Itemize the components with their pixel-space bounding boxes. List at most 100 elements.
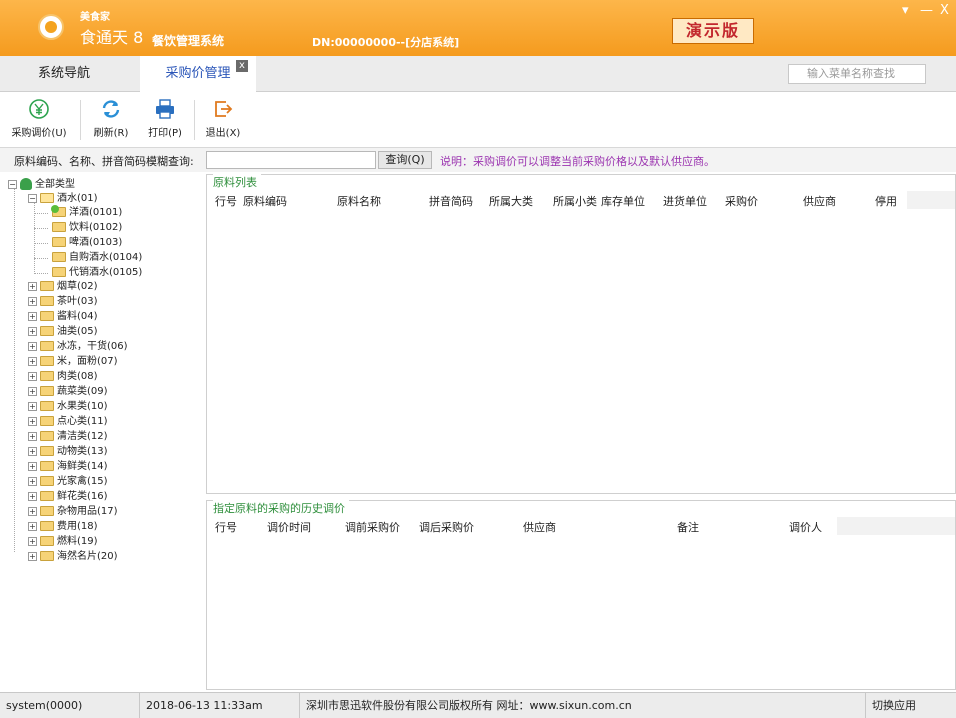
expand-icon[interactable]: +: [28, 296, 37, 306]
toolbar-separator: [194, 100, 195, 140]
expand-icon[interactable]: +: [28, 386, 37, 396]
folder-icon: [40, 311, 54, 321]
close-tab-icon[interactable]: x: [236, 60, 248, 72]
tree-item-category[interactable]: + 燃料(19): [28, 535, 98, 549]
expand-icon[interactable]: +: [28, 521, 37, 531]
folder-icon: [40, 356, 54, 366]
app-window: 美食家 食通天 8 餐饮管理系统 DN:00000000--[分店系统] 演示版…: [0, 0, 956, 718]
column-header[interactable]: 备注: [677, 519, 699, 535]
tree-item-category[interactable]: + 米，面粉(07): [28, 355, 118, 369]
column-header[interactable]: 调前采购价: [345, 519, 400, 535]
folder-icon: [40, 193, 54, 203]
expand-icon[interactable]: +: [28, 476, 37, 486]
expand-icon[interactable]: +: [28, 281, 37, 291]
minimize-button[interactable]: —: [920, 4, 933, 18]
expand-icon[interactable]: +: [28, 491, 37, 501]
query-input[interactable]: [206, 151, 376, 169]
tree-item-drinks[interactable]: − 酒水(01): [28, 192, 98, 206]
tree-item-category[interactable]: + 费用(18): [28, 520, 98, 534]
tree-item-category[interactable]: + 点心类(11): [28, 415, 108, 429]
brand-name: 食通天 8: [80, 28, 144, 47]
tree-item-category[interactable]: + 动物类(13): [28, 445, 108, 459]
status-bar: system(0000) 2018-06-13 11:33am 深圳市思迅软件股…: [0, 692, 956, 718]
tree-item-subcategory[interactable]: 代销酒水(0105): [34, 266, 142, 280]
tree-item-category[interactable]: + 冰冻，干货(06): [28, 340, 128, 354]
menu-dropdown-icon[interactable]: ▾: [902, 4, 909, 18]
tree-item-category[interactable]: + 烟草(02): [28, 280, 98, 294]
tree-item-category[interactable]: + 酱料(04): [28, 310, 98, 324]
column-header[interactable]: 调价人: [789, 519, 822, 535]
close-button[interactable]: X: [940, 4, 949, 18]
tree-item-category[interactable]: + 蔬菜类(09): [28, 385, 108, 399]
tree-item-subcategory[interactable]: 饮料(0102): [34, 221, 122, 235]
tree-item-category[interactable]: + 海鲜类(14): [28, 460, 108, 474]
column-header[interactable]: 供应商: [803, 193, 836, 209]
column-header[interactable]: 停用: [875, 193, 897, 209]
demo-badge: 演示版: [672, 18, 754, 44]
collapse-icon[interactable]: −: [8, 179, 17, 189]
column-header[interactable]: 库存单位: [601, 193, 645, 209]
tree-item-category[interactable]: + 鲜花类(16): [28, 490, 108, 504]
column-header[interactable]: 所属小类: [553, 193, 597, 209]
price-history-panel: 指定原料的采购的历史调价 行号 调价时间 调前采购价 调后采购价 供应商 备注 …: [206, 500, 956, 690]
expand-icon[interactable]: +: [28, 506, 37, 516]
tree-item-label: 费用(18): [57, 521, 98, 532]
collapse-icon[interactable]: −: [28, 193, 37, 203]
tree-item-label: 烟草(02): [57, 281, 98, 292]
tree-item-label: 酱料(04): [57, 311, 98, 322]
expand-icon[interactable]: +: [28, 536, 37, 546]
column-header[interactable]: 供应商: [523, 519, 556, 535]
tree-item-category[interactable]: + 油类(05): [28, 325, 98, 339]
column-header[interactable]: 调价时间: [267, 519, 311, 535]
expand-icon[interactable]: +: [28, 356, 37, 366]
tree-item-category[interactable]: + 海然名片(20): [28, 550, 118, 564]
expand-icon[interactable]: +: [28, 461, 37, 471]
expand-icon[interactable]: +: [28, 416, 37, 426]
menu-search-input[interactable]: 输入菜单名称查找: [788, 64, 926, 84]
query-button[interactable]: 查询(Q): [378, 151, 432, 169]
tree-item-category[interactable]: + 杂物用品(17): [28, 505, 118, 519]
expand-icon[interactable]: +: [28, 551, 37, 561]
tree-item-subcategory[interactable]: 自购酒水(0104): [34, 251, 142, 265]
column-header[interactable]: 行号: [215, 519, 237, 535]
column-header[interactable]: 原料名称: [337, 193, 381, 209]
brand-subtitle: 餐饮管理系统: [152, 34, 225, 48]
tab-system-navigation[interactable]: 系统导航: [0, 56, 128, 92]
expand-icon[interactable]: +: [28, 371, 37, 381]
column-header[interactable]: 所属大类: [489, 193, 533, 209]
refresh-button[interactable]: 刷新(R): [88, 98, 134, 144]
expand-icon[interactable]: +: [28, 401, 37, 411]
column-header[interactable]: 调后采购价: [419, 519, 474, 535]
tree-item-label: 油类(05): [57, 326, 98, 337]
column-header[interactable]: 拼音简码: [429, 193, 473, 209]
exit-button[interactable]: 退出(X): [200, 98, 246, 144]
exit-icon: [215, 101, 233, 117]
tree-item-category[interactable]: + 茶叶(03): [28, 295, 98, 309]
column-header[interactable]: 进货单位: [663, 193, 707, 209]
tree-item-category[interactable]: + 肉类(08): [28, 370, 98, 384]
tree-item-category[interactable]: + 水果类(10): [28, 400, 108, 414]
expand-icon[interactable]: +: [28, 431, 37, 441]
column-header[interactable]: 采购价: [725, 193, 758, 209]
expand-icon[interactable]: +: [28, 326, 37, 336]
column-header[interactable]: 原料编码: [243, 193, 287, 209]
tree-item-subcategory[interactable]: 洋酒(0101): [34, 205, 123, 220]
tree-item-label: 鲜花类(16): [57, 491, 108, 502]
tree-root-icon: [20, 178, 32, 190]
status-datetime: 2018-06-13 11:33am: [140, 693, 300, 718]
toolbar: 采购调价(U) 刷新(R) 打印(P) 退出(X): [0, 92, 956, 148]
tree-item-category[interactable]: + 光家禽(15): [28, 475, 108, 489]
print-label: 打印(P): [148, 128, 182, 139]
tree-item-category[interactable]: + 清洁类(12): [28, 430, 108, 444]
tree-item-subcategory[interactable]: 啤酒(0103): [34, 236, 122, 250]
tree-root-label: 全部类型: [35, 179, 75, 190]
tree-item-label: 洋酒(0101): [69, 207, 123, 218]
switch-app-button[interactable]: 切换应用: [866, 693, 956, 718]
adjust-price-button[interactable]: 采购调价(U): [8, 98, 70, 144]
expand-icon[interactable]: +: [28, 311, 37, 321]
print-button[interactable]: 打印(P): [142, 98, 188, 144]
expand-icon[interactable]: +: [28, 446, 37, 456]
column-header[interactable]: 行号: [215, 193, 237, 209]
expand-icon[interactable]: +: [28, 341, 37, 351]
tree-root[interactable]: − 全部类型: [8, 178, 75, 192]
